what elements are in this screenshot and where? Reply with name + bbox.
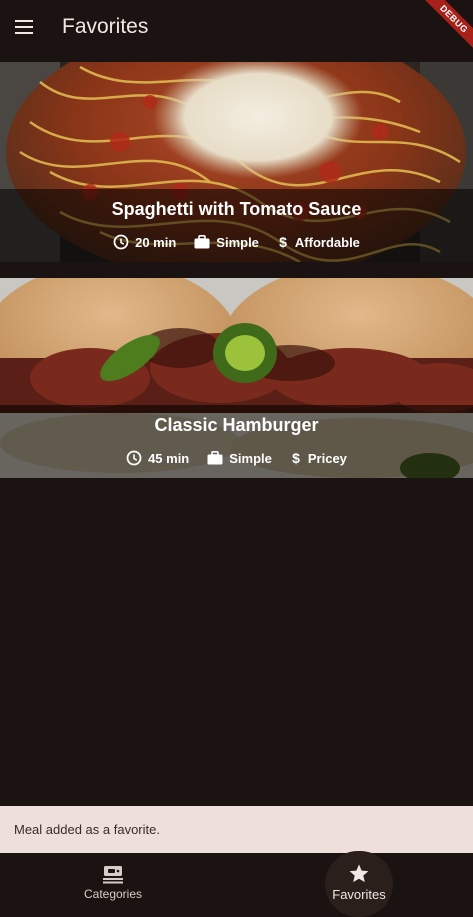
page-title: Favorites [62, 15, 149, 38]
bottom-navigation: Categories Favorites [0, 851, 473, 917]
dollar-icon: $ [292, 450, 300, 466]
affordability-info: $ Affordable [277, 234, 360, 250]
meal-meta: 45 min Simple $ Pricey [0, 450, 473, 466]
meal-title: Spaghetti with Tomato Sauce [111, 199, 362, 219]
menu-icon [15, 20, 33, 34]
snackbar-message: Meal added as a favorite. [14, 822, 160, 837]
nav-label-categories: Categories [83, 887, 143, 901]
menu-button[interactable] [6, 9, 42, 45]
meal-card-spaghetti[interactable]: Spaghetti with Tomato Sauce 20 min Simpl… [0, 62, 473, 262]
meal-info-overlay: Classic Hamburger 45 min Simple $ Pricey [0, 405, 473, 478]
snackbar: Meal added as a favorite. [0, 806, 473, 853]
duration-info: 45 min [126, 450, 189, 466]
briefcase-icon [194, 235, 210, 249]
affordability-text: Pricey [307, 450, 347, 466]
nav-item-favorites[interactable]: Favorites [309, 851, 409, 917]
affordability-info: $ Pricey [290, 450, 347, 466]
duration-info: 20 min [113, 234, 176, 250]
clock-icon [113, 234, 129, 250]
duration-text: 20 min [135, 234, 177, 250]
star-icon [349, 864, 369, 883]
svg-text:$: $ [279, 234, 287, 250]
meal-info-overlay: Spaghetti with Tomato Sauce 20 min Simpl… [0, 189, 473, 262]
set-meal-icon [103, 866, 123, 884]
debug-label: DEBUG [421, 0, 473, 52]
complexity-text: Simple [229, 450, 272, 466]
nav-item-categories[interactable]: Categories [63, 853, 163, 912]
meal-meta: 20 min Simple $ Affordable [0, 234, 473, 250]
dollar-icon: $ [279, 234, 287, 250]
meal-title: Classic Hamburger [154, 415, 319, 435]
meal-card-hamburger[interactable]: Classic Hamburger 45 min Simple $ Pricey [0, 278, 473, 478]
affordability-text: Affordable [294, 234, 360, 250]
complexity-text: Simple [216, 234, 259, 250]
nav-label-favorites: Favorites [332, 887, 386, 902]
duration-text: 45 min [148, 450, 190, 466]
debug-banner: DEBUG [421, 0, 473, 52]
complexity-info: Simple [194, 235, 259, 250]
svg-text:$: $ [292, 450, 300, 466]
app-bar: Favorites [0, 0, 473, 54]
clock-icon [126, 450, 142, 466]
briefcase-icon [207, 451, 223, 465]
complexity-info: Simple [207, 451, 272, 466]
